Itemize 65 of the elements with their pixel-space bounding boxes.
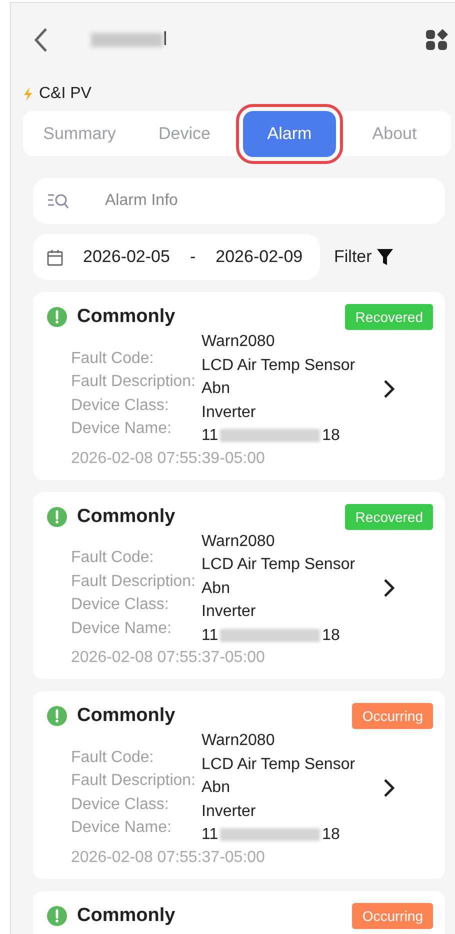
calendar-icon (47, 248, 63, 266)
field-label: Fault Description: (71, 372, 196, 392)
status-badge: Recovered (345, 504, 433, 530)
exclamation-icon (47, 706, 67, 726)
status-badge: Occurring (352, 902, 433, 928)
status-badge: Occurring (352, 703, 433, 729)
filter-icon (376, 248, 394, 266)
page-title: l (163, 29, 168, 51)
field-label: Device Name: (71, 618, 172, 639)
alarm-card[interactable]: Commonly Occurring Fault Code: Fault Description: Device Class: Device Name: Warn2080 LCD Air Temp Sensor Abn Inverter 11 18 2026-02-08 07:55:37-05:00 (33, 691, 445, 878)
field-label: Device Class: (71, 794, 170, 815)
field-label: Device Name: (71, 419, 172, 440)
device-name-start: 11 (202, 626, 218, 646)
redacted-block (91, 33, 163, 47)
plant-type: C&I PV (39, 85, 92, 103)
start-date: 2026-02-05 (83, 247, 170, 267)
chevron-right-icon[interactable] (382, 778, 396, 798)
alarm-level: Commonly (77, 506, 176, 528)
fault-code: Warn2080 (202, 332, 276, 352)
field-label: Fault Code: (71, 748, 155, 768)
lightning-icon (23, 87, 33, 101)
date-range-field[interactable]: 2026-02-05 - 2026-02-09 (33, 234, 320, 280)
filter-button[interactable]: Filter (334, 247, 394, 267)
back-icon[interactable] (33, 27, 49, 53)
field-label: Fault Code: (71, 348, 155, 369)
device-name-start: 11 (202, 825, 218, 845)
device-class: Inverter (202, 802, 257, 822)
field-label: Device Class: (71, 595, 170, 616)
tab[interactable]: Alarm (243, 110, 336, 156)
alarm-card[interactable]: Commonly Occurring (33, 890, 445, 934)
exclamation-icon (47, 906, 67, 926)
alarm-time: 2026-02-08 07:55:37-05:00 (71, 649, 266, 667)
end-date: 2026-02-09 (216, 247, 303, 267)
exclamation-icon (47, 506, 67, 526)
field-label: Fault Description: (71, 572, 196, 592)
device-class: Inverter (202, 602, 257, 622)
alarm-level: Commonly (77, 705, 176, 727)
fault-description: LCD Air Temp Sensor Abn (202, 356, 356, 399)
device-name-end: 18 (322, 825, 340, 845)
fault-description: LCD Air Temp Sensor Abn (202, 555, 356, 598)
alarm-level: Commonly (77, 306, 176, 328)
device-class: Inverter (202, 402, 257, 422)
date-separator: - (190, 247, 196, 267)
field-label: Device Name: (71, 818, 172, 838)
alarm-time: 2026-02-08 07:55:37-05:00 (71, 848, 266, 866)
search-list-icon (47, 192, 69, 210)
chevron-right-icon[interactable] (382, 378, 396, 399)
fault-code: Warn2080 (202, 532, 276, 552)
alarm-level: Commonly (77, 904, 176, 926)
alarm-card[interactable]: Commonly Recovered Fault Code: Fault Description: Device Class: Device Name: Warn2080 LCD Air Temp Sensor Abn Inverter 11 18 2026-02-08 07:55:37-05:00 (33, 492, 445, 679)
device-name-end: 18 (322, 626, 340, 646)
field-label: Fault Description: (71, 771, 196, 792)
status-badge: Recovered (345, 304, 433, 330)
field-label: Fault Code: (71, 548, 155, 568)
alarm-time: 2026-02-08 07:55:39-05:00 (71, 450, 266, 468)
chevron-right-icon[interactable] (382, 578, 396, 598)
exclamation-icon (47, 307, 67, 327)
field-label: Device Class: (71, 396, 170, 416)
alarm-card[interactable]: Commonly Recovered Fault Code: Fault Description: Device Class: Device Name: Warn2080 LCD Air Temp Sensor Abn Inverter 11 18 2026-02-08 07:55:39-05:00 (33, 292, 445, 480)
search-field[interactable]: Alarm Info (33, 178, 445, 224)
fault-description: LCD Air Temp Sensor Abn (202, 754, 356, 798)
device-name-end: 18 (322, 426, 340, 446)
grid-icon[interactable] (425, 28, 449, 52)
device-name-start: 11 (202, 426, 218, 446)
fault-code: Warn2080 (202, 731, 276, 751)
